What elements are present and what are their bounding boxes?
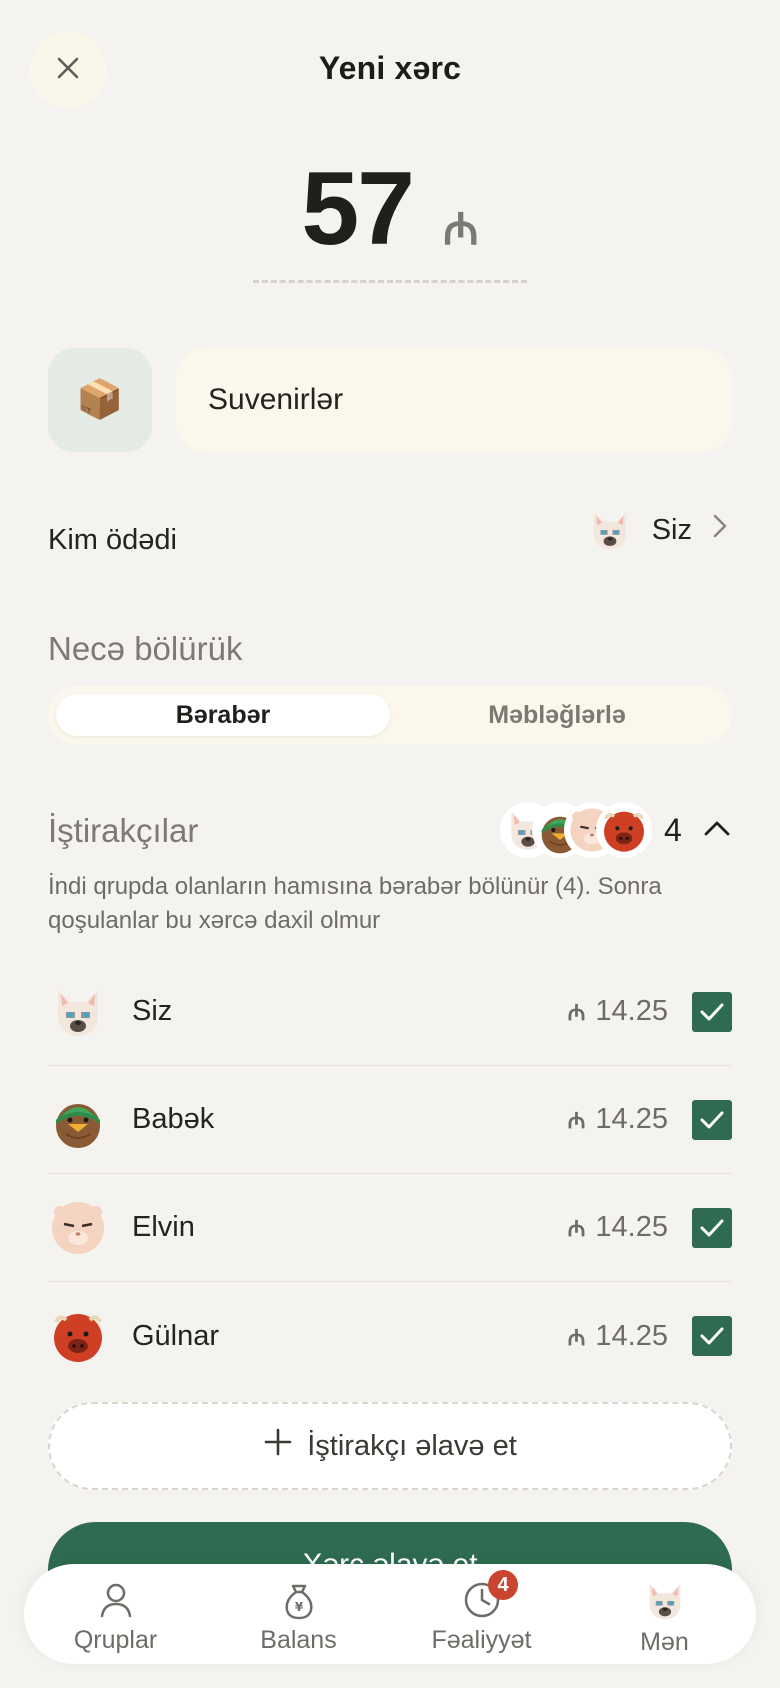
tab-groups[interactable]: Qruplar [24,1564,207,1664]
payer-value: Siz [651,513,692,546]
split-option-amounts[interactable]: Məbləğlərlə [390,694,724,736]
chevron-right-icon [710,512,730,548]
participant-checkbox[interactable] [692,991,732,1032]
description-field[interactable]: Suvenirlər [176,348,732,452]
tab-activity[interactable]: 4 Fəaliyyət [390,1564,573,1664]
hamster-avatar [48,1198,108,1258]
split-option-equal[interactable]: Bərabər [56,694,390,736]
page-title: Yeni xərc [318,50,462,86]
tab-balance[interactable]: ¥ Balans [207,1564,390,1664]
add-participant-label: İştirakçı əlavə et [307,1429,517,1462]
check-icon [700,1219,724,1236]
plus-icon [263,1427,293,1465]
currency-symbol: ₼ [443,205,479,254]
duck-avatar [48,1090,108,1150]
tab-me[interactable]: Mən [573,1564,756,1664]
check-icon [700,1111,724,1128]
category-button[interactable]: 📦 [48,348,152,452]
cat-avatar [586,506,634,554]
participant-amount: ₼ 14.25 [567,995,668,1027]
cat-avatar [48,982,108,1042]
split-label: Necə bölürük [48,630,243,667]
participant-name: Elvin [132,1211,195,1243]
participant-name: Babək [132,1103,215,1135]
participant-amount: ₼ 14.25 [567,1103,668,1135]
participant-checkbox[interactable] [692,1099,732,1140]
participants-count: 4 [664,812,682,848]
amount-input[interactable]: 57 ₼ [0,150,780,269]
amount-value: 57 [301,151,415,267]
package-icon: 📦 [76,379,124,421]
check-icon [700,1327,724,1345]
participant-name: Gülnar [132,1319,220,1352]
svg-text:¥: ¥ [294,1600,303,1614]
list-item[interactable]: Babək ₼ 14.25 [48,1066,732,1174]
tab-label: Qruplar [73,1626,158,1654]
participants-list: Siz ₼ 14.25 Babək ₼ 14.25 Elvin ₼ 14.25 [48,958,732,1390]
tab-label: Balans [260,1626,337,1654]
payer-label: Kim ödədi [48,524,177,556]
bison-avatar [596,802,652,858]
person-icon [100,1583,131,1618]
list-item[interactable]: Elvin ₼ 14.25 [48,1174,732,1282]
amount-underline [253,280,527,283]
notification-badge: 4 [488,1570,518,1600]
list-item[interactable]: Gülnar ₼ 14.25 [48,1282,732,1390]
chevron-up-icon[interactable] [700,812,734,846]
payer-selector[interactable]: Siz [586,506,730,554]
money-bag-icon: ¥ [284,1584,313,1620]
tab-bar: Qruplar ¥ Balans 4 Fəaliyyət Mən [24,1564,756,1664]
split-segmented-control: Bərabər Məbləğlərlə [48,686,732,744]
participant-amount: ₼ 14.25 [567,1211,668,1243]
cat-avatar [642,1578,688,1624]
tab-label: Mən [640,1628,689,1656]
description-value: Suvenirlər [208,383,344,416]
list-item[interactable]: Siz ₼ 14.25 [48,958,732,1066]
add-participant-button[interactable]: İştirakçı əlavə et [48,1402,732,1490]
participants-note: İndi qrupda olanların hamısına bərabər b… [48,873,662,934]
bison-avatar [48,1306,108,1366]
participant-checkbox[interactable] [692,1316,732,1356]
tab-label: Fəaliyyət [431,1626,532,1654]
check-icon [700,1003,724,1020]
participant-checkbox[interactable] [692,1207,732,1248]
participant-name: Siz [132,995,173,1027]
participant-amount: ₼ 14.25 [567,1319,668,1352]
participants-avatar-stack[interactable] [500,802,660,858]
participants-label: İştirakçılar [48,812,199,849]
